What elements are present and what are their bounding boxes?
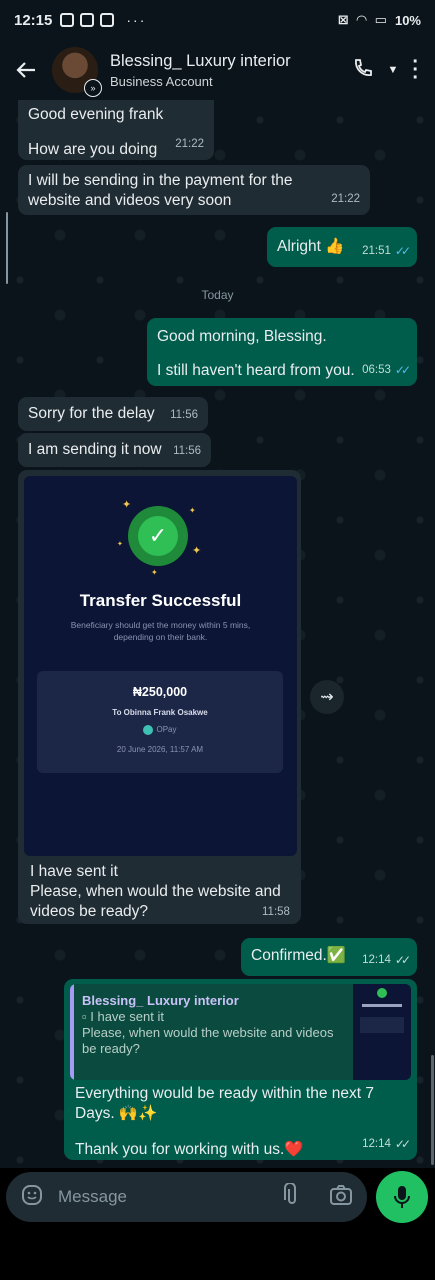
chat-header: » Blessing_ Luxury interior Business Acc… — [0, 40, 435, 100]
sparkle-icon: ✦ — [117, 541, 123, 548]
receipt-subtitle: Beneficiary should get the money within … — [70, 620, 251, 642]
back-arrow-icon[interactable] — [0, 59, 52, 81]
call-dropdown-icon[interactable]: ▼ — [387, 64, 398, 76]
receipt-card: ₦250,000 To Obinna Frank Osakwe OPay 20 … — [37, 671, 283, 773]
quoted-message[interactable]: Blessing_ Luxury interior ▫ I have sent … — [70, 984, 411, 1080]
message-time: 12:14 — [362, 954, 391, 966]
receipt-recipient: To Obinna Frank Osakwe — [112, 708, 208, 717]
message-time: 11:56 — [170, 409, 198, 421]
scroll-indicator — [6, 212, 8, 284]
chat-area[interactable]: Good evening frank How are you doing 21:… — [0, 100, 435, 1168]
message-text: I will be sending in the payment for the… — [28, 172, 293, 209]
mic-icon[interactable] — [376, 1171, 428, 1223]
read-receipt-icon: ✓✓ — [394, 363, 411, 377]
delivered-receipt-icon: ✓✓ — [394, 953, 411, 967]
message-text: Thank you for working with us.❤️ — [75, 1141, 304, 1158]
message-text: Please, when would the website and video… — [30, 883, 281, 920]
receipt-amount: ₦250,000 — [132, 685, 188, 699]
upload-icon — [100, 13, 115, 27]
quoted-text: ▫ I have sent it Please, when would the … — [82, 1009, 334, 1056]
receipt-date: 20 June 2026, 11:57 AM — [116, 745, 204, 754]
camera-icon[interactable] — [329, 1184, 353, 1211]
attach-icon[interactable] — [281, 1181, 303, 1212]
app-notification-icon — [80, 13, 95, 27]
date-divider: Today — [201, 288, 234, 302]
receipt-image[interactable]: ✦ ✦ ✦ ✦ ✦ ✓ Transfer Successful Benefici… — [24, 476, 297, 856]
bank-logo-icon — [143, 725, 154, 735]
battery-level: 10% — [394, 12, 421, 28]
avatar[interactable]: » — [52, 47, 102, 97]
mute-icon: ⊠ — [337, 12, 349, 27]
battery-icon: ▭ — [374, 12, 387, 27]
message-outgoing[interactable]: Confirmed.✅ 12:14 ✓✓ — [241, 938, 417, 976]
status-bar: 12:15 ··· ⊠ ◠ ▭ 10% — [0, 0, 435, 40]
receipt-title: Transfer Successful — [79, 591, 242, 610]
contact-info[interactable]: Blessing_ Luxury interior Business Accou… — [110, 52, 291, 89]
forward-icon[interactable]: ⇝ — [310, 680, 344, 714]
business-badge-icon: » — [84, 79, 102, 97]
message-text: Everything would be ready within the nex… — [75, 1085, 374, 1122]
message-incoming[interactable]: I will be sending in the payment for the… — [18, 165, 370, 215]
message-time: 11:58 — [262, 906, 290, 918]
message-time: 12:14 — [362, 1138, 391, 1150]
message-text: Good morning, Blessing. — [157, 328, 327, 345]
contact-name: Blessing_ Luxury interior — [110, 51, 291, 70]
message-time: 06:53 — [362, 364, 391, 376]
message-outgoing[interactable]: Good morning, Blessing. I still haven't … — [147, 318, 417, 386]
message-text: I have sent it — [30, 863, 118, 880]
more-options-icon[interactable]: · · · — [412, 52, 419, 88]
message-time: 11:56 — [173, 445, 201, 457]
more-notifications-icon: ··· — [126, 12, 147, 28]
success-check-icon: ✓ — [128, 506, 188, 566]
message-outgoing-reply[interactable]: Blessing_ Luxury interior ▫ I have sent … — [64, 979, 417, 1160]
message-incoming[interactable]: Good evening frank How are you doing 21:… — [18, 100, 214, 160]
wifi-icon: ◠ — [356, 12, 367, 27]
quote-bar — [70, 984, 74, 1080]
status-time: 12:15 — [14, 11, 53, 29]
message-composer[interactable]: Message — [6, 1172, 367, 1222]
read-receipt-icon: ✓✓ — [394, 244, 411, 258]
delivered-receipt-icon: ✓✓ — [394, 1137, 411, 1151]
message-time: 21:51 — [362, 245, 391, 257]
sparkle-icon: ✦ — [122, 499, 132, 511]
scrollbar[interactable] — [431, 1055, 434, 1165]
phone-call-icon[interactable] — [351, 57, 373, 84]
message-text: Good evening frank — [28, 106, 164, 123]
sparkle-icon: ✦ — [189, 506, 196, 515]
sparkle-icon: ✦ — [151, 568, 158, 577]
quoted-sender: Blessing_ Luxury interior — [82, 993, 239, 1008]
message-incoming[interactable]: I am sending it now 11:56 — [18, 433, 211, 467]
contact-subtitle: Business Account — [110, 73, 213, 89]
emoji-sticker-icon[interactable] — [20, 1183, 44, 1212]
image-icon: ▫ — [82, 1009, 91, 1024]
message-incoming[interactable]: Sorry for the delay 11:56 — [18, 397, 208, 431]
system-nav-bar — [0, 1226, 435, 1280]
message-time: 21:22 — [175, 138, 204, 150]
quoted-thumbnail — [353, 984, 411, 1080]
message-time: 21:22 — [331, 193, 360, 205]
receipt-bank: OPay — [37, 725, 283, 735]
message-input[interactable]: Message — [58, 1187, 127, 1207]
instagram-icon — [60, 13, 75, 27]
sparkle-icon: ✦ — [192, 545, 202, 557]
message-outgoing[interactable]: Alright 👍 21:51 ✓✓ — [267, 227, 417, 267]
